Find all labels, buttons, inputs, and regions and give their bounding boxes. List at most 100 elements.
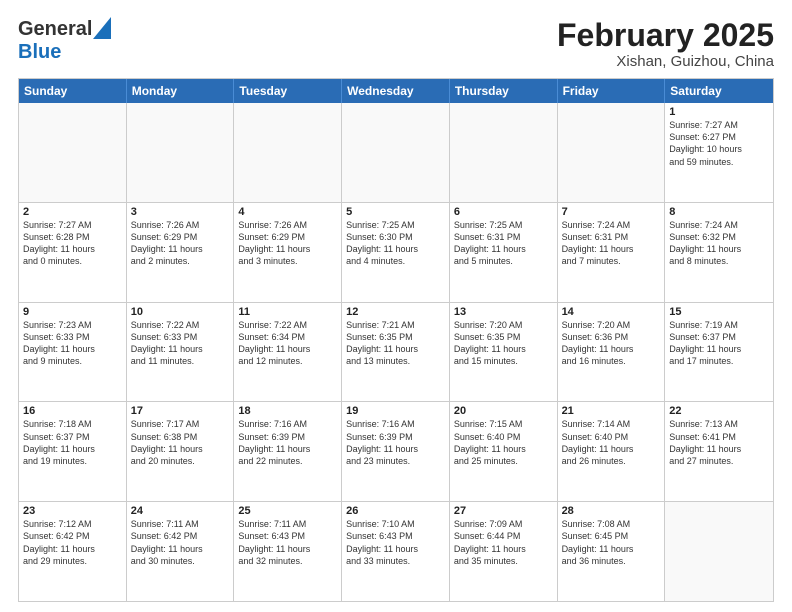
calendar-week-3: 9Sunrise: 7:23 AM Sunset: 6:33 PM Daylig… bbox=[19, 302, 773, 402]
calendar-week-5: 23Sunrise: 7:12 AM Sunset: 6:42 PM Dayli… bbox=[19, 501, 773, 601]
day-info: Sunrise: 7:14 AM Sunset: 6:40 PM Dayligh… bbox=[562, 418, 661, 467]
day-number: 26 bbox=[346, 505, 445, 517]
calendar-day-22: 22Sunrise: 7:13 AM Sunset: 6:41 PM Dayli… bbox=[665, 402, 773, 501]
day-number: 27 bbox=[454, 505, 553, 517]
day-info: Sunrise: 7:20 AM Sunset: 6:36 PM Dayligh… bbox=[562, 319, 661, 368]
calendar: SundayMondayTuesdayWednesdayThursdayFrid… bbox=[18, 78, 774, 602]
day-info: Sunrise: 7:25 AM Sunset: 6:30 PM Dayligh… bbox=[346, 219, 445, 268]
calendar-day-23: 23Sunrise: 7:12 AM Sunset: 6:42 PM Dayli… bbox=[19, 502, 127, 601]
calendar-header-sunday: Sunday bbox=[19, 79, 127, 103]
calendar-day-19: 19Sunrise: 7:16 AM Sunset: 6:39 PM Dayli… bbox=[342, 402, 450, 501]
day-info: Sunrise: 7:12 AM Sunset: 6:42 PM Dayligh… bbox=[23, 518, 122, 567]
logo-icon bbox=[93, 17, 111, 39]
calendar-day-1: 1Sunrise: 7:27 AM Sunset: 6:27 PM Daylig… bbox=[665, 103, 773, 202]
day-number: 9 bbox=[23, 306, 122, 318]
day-info: Sunrise: 7:21 AM Sunset: 6:35 PM Dayligh… bbox=[346, 319, 445, 368]
day-number: 16 bbox=[23, 405, 122, 417]
calendar-week-2: 2Sunrise: 7:27 AM Sunset: 6:28 PM Daylig… bbox=[19, 202, 773, 302]
day-info: Sunrise: 7:11 AM Sunset: 6:42 PM Dayligh… bbox=[131, 518, 230, 567]
calendar-day-17: 17Sunrise: 7:17 AM Sunset: 6:38 PM Dayli… bbox=[127, 402, 235, 501]
calendar-body: 1Sunrise: 7:27 AM Sunset: 6:27 PM Daylig… bbox=[19, 103, 773, 601]
day-number: 4 bbox=[238, 206, 337, 218]
calendar-day-10: 10Sunrise: 7:22 AM Sunset: 6:33 PM Dayli… bbox=[127, 303, 235, 402]
day-info: Sunrise: 7:27 AM Sunset: 6:27 PM Dayligh… bbox=[669, 119, 769, 168]
day-number: 19 bbox=[346, 405, 445, 417]
logo: General Blue bbox=[18, 18, 111, 64]
calendar-day-empty bbox=[450, 103, 558, 202]
day-info: Sunrise: 7:22 AM Sunset: 6:33 PM Dayligh… bbox=[131, 319, 230, 368]
day-info: Sunrise: 7:24 AM Sunset: 6:32 PM Dayligh… bbox=[669, 219, 769, 268]
day-number: 1 bbox=[669, 106, 769, 118]
day-info: Sunrise: 7:27 AM Sunset: 6:28 PM Dayligh… bbox=[23, 219, 122, 268]
day-number: 15 bbox=[669, 306, 769, 318]
day-info: Sunrise: 7:11 AM Sunset: 6:43 PM Dayligh… bbox=[238, 518, 337, 567]
calendar-day-11: 11Sunrise: 7:22 AM Sunset: 6:34 PM Dayli… bbox=[234, 303, 342, 402]
title-block: February 2025 Xishan, Guizhou, China bbox=[557, 18, 774, 70]
calendar-header-tuesday: Tuesday bbox=[234, 79, 342, 103]
calendar-day-3: 3Sunrise: 7:26 AM Sunset: 6:29 PM Daylig… bbox=[127, 203, 235, 302]
day-info: Sunrise: 7:13 AM Sunset: 6:41 PM Dayligh… bbox=[669, 418, 769, 467]
day-info: Sunrise: 7:09 AM Sunset: 6:44 PM Dayligh… bbox=[454, 518, 553, 567]
calendar-day-empty bbox=[665, 502, 773, 601]
calendar-day-empty bbox=[127, 103, 235, 202]
calendar-day-21: 21Sunrise: 7:14 AM Sunset: 6:40 PM Dayli… bbox=[558, 402, 666, 501]
day-number: 23 bbox=[23, 505, 122, 517]
calendar-day-5: 5Sunrise: 7:25 AM Sunset: 6:30 PM Daylig… bbox=[342, 203, 450, 302]
page: General Blue February 2025 Xishan, Guizh… bbox=[0, 0, 792, 612]
calendar-day-empty bbox=[19, 103, 127, 202]
day-info: Sunrise: 7:20 AM Sunset: 6:35 PM Dayligh… bbox=[454, 319, 553, 368]
calendar-header-row: SundayMondayTuesdayWednesdayThursdayFrid… bbox=[19, 79, 773, 103]
calendar-day-16: 16Sunrise: 7:18 AM Sunset: 6:37 PM Dayli… bbox=[19, 402, 127, 501]
day-info: Sunrise: 7:16 AM Sunset: 6:39 PM Dayligh… bbox=[346, 418, 445, 467]
location: Xishan, Guizhou, China bbox=[557, 53, 774, 70]
logo-blue: Blue bbox=[18, 41, 61, 63]
calendar-day-12: 12Sunrise: 7:21 AM Sunset: 6:35 PM Dayli… bbox=[342, 303, 450, 402]
day-number: 7 bbox=[562, 206, 661, 218]
day-number: 2 bbox=[23, 206, 122, 218]
calendar-header-monday: Monday bbox=[127, 79, 235, 103]
calendar-day-9: 9Sunrise: 7:23 AM Sunset: 6:33 PM Daylig… bbox=[19, 303, 127, 402]
calendar-header-thursday: Thursday bbox=[450, 79, 558, 103]
calendar-day-15: 15Sunrise: 7:19 AM Sunset: 6:37 PM Dayli… bbox=[665, 303, 773, 402]
calendar-day-25: 25Sunrise: 7:11 AM Sunset: 6:43 PM Dayli… bbox=[234, 502, 342, 601]
calendar-day-empty bbox=[234, 103, 342, 202]
day-info: Sunrise: 7:10 AM Sunset: 6:43 PM Dayligh… bbox=[346, 518, 445, 567]
day-number: 10 bbox=[131, 306, 230, 318]
day-info: Sunrise: 7:15 AM Sunset: 6:40 PM Dayligh… bbox=[454, 418, 553, 467]
day-number: 24 bbox=[131, 505, 230, 517]
calendar-day-28: 28Sunrise: 7:08 AM Sunset: 6:45 PM Dayli… bbox=[558, 502, 666, 601]
day-number: 28 bbox=[562, 505, 661, 517]
calendar-header-friday: Friday bbox=[558, 79, 666, 103]
day-number: 18 bbox=[238, 405, 337, 417]
day-info: Sunrise: 7:25 AM Sunset: 6:31 PM Dayligh… bbox=[454, 219, 553, 268]
day-number: 12 bbox=[346, 306, 445, 318]
day-number: 25 bbox=[238, 505, 337, 517]
calendar-day-13: 13Sunrise: 7:20 AM Sunset: 6:35 PM Dayli… bbox=[450, 303, 558, 402]
calendar-header-saturday: Saturday bbox=[665, 79, 773, 103]
day-number: 13 bbox=[454, 306, 553, 318]
calendar-day-8: 8Sunrise: 7:24 AM Sunset: 6:32 PM Daylig… bbox=[665, 203, 773, 302]
calendar-day-empty bbox=[558, 103, 666, 202]
header: General Blue February 2025 Xishan, Guizh… bbox=[18, 18, 774, 70]
day-info: Sunrise: 7:23 AM Sunset: 6:33 PM Dayligh… bbox=[23, 319, 122, 368]
day-number: 20 bbox=[454, 405, 553, 417]
calendar-day-7: 7Sunrise: 7:24 AM Sunset: 6:31 PM Daylig… bbox=[558, 203, 666, 302]
month-year: February 2025 bbox=[557, 18, 774, 53]
day-number: 21 bbox=[562, 405, 661, 417]
day-info: Sunrise: 7:19 AM Sunset: 6:37 PM Dayligh… bbox=[669, 319, 769, 368]
calendar-day-empty bbox=[342, 103, 450, 202]
calendar-week-1: 1Sunrise: 7:27 AM Sunset: 6:27 PM Daylig… bbox=[19, 103, 773, 202]
calendar-week-4: 16Sunrise: 7:18 AM Sunset: 6:37 PM Dayli… bbox=[19, 401, 773, 501]
day-info: Sunrise: 7:18 AM Sunset: 6:37 PM Dayligh… bbox=[23, 418, 122, 467]
day-info: Sunrise: 7:24 AM Sunset: 6:31 PM Dayligh… bbox=[562, 219, 661, 268]
calendar-day-18: 18Sunrise: 7:16 AM Sunset: 6:39 PM Dayli… bbox=[234, 402, 342, 501]
day-number: 14 bbox=[562, 306, 661, 318]
day-info: Sunrise: 7:16 AM Sunset: 6:39 PM Dayligh… bbox=[238, 418, 337, 467]
calendar-day-2: 2Sunrise: 7:27 AM Sunset: 6:28 PM Daylig… bbox=[19, 203, 127, 302]
day-info: Sunrise: 7:26 AM Sunset: 6:29 PM Dayligh… bbox=[131, 219, 230, 268]
calendar-day-27: 27Sunrise: 7:09 AM Sunset: 6:44 PM Dayli… bbox=[450, 502, 558, 601]
day-info: Sunrise: 7:26 AM Sunset: 6:29 PM Dayligh… bbox=[238, 219, 337, 268]
day-number: 11 bbox=[238, 306, 337, 318]
calendar-day-24: 24Sunrise: 7:11 AM Sunset: 6:42 PM Dayli… bbox=[127, 502, 235, 601]
day-number: 8 bbox=[669, 206, 769, 218]
